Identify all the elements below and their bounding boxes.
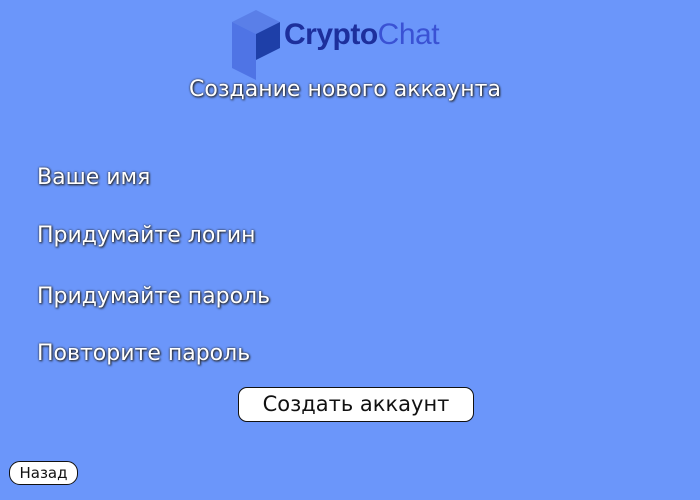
logo-wordmark: CryptoChat xyxy=(284,18,440,52)
app-logo: CryptoChat xyxy=(232,8,462,80)
create-account-button[interactable]: Создать аккаунт xyxy=(238,387,474,422)
logo-mark-icon xyxy=(232,10,280,80)
password-field-label: Придумайте пароль xyxy=(37,284,271,309)
logo-word-crypto: Crypto xyxy=(284,18,378,51)
page-title: Создание нового аккаунта xyxy=(189,77,501,102)
login-field-label: Придумайте логин xyxy=(37,223,256,248)
name-field-label: Ваше имя xyxy=(37,165,151,190)
back-button[interactable]: Назад xyxy=(9,461,78,485)
repeat-password-field-label: Повторите пароль xyxy=(37,341,251,366)
logo-word-chat: Chat xyxy=(377,18,440,51)
